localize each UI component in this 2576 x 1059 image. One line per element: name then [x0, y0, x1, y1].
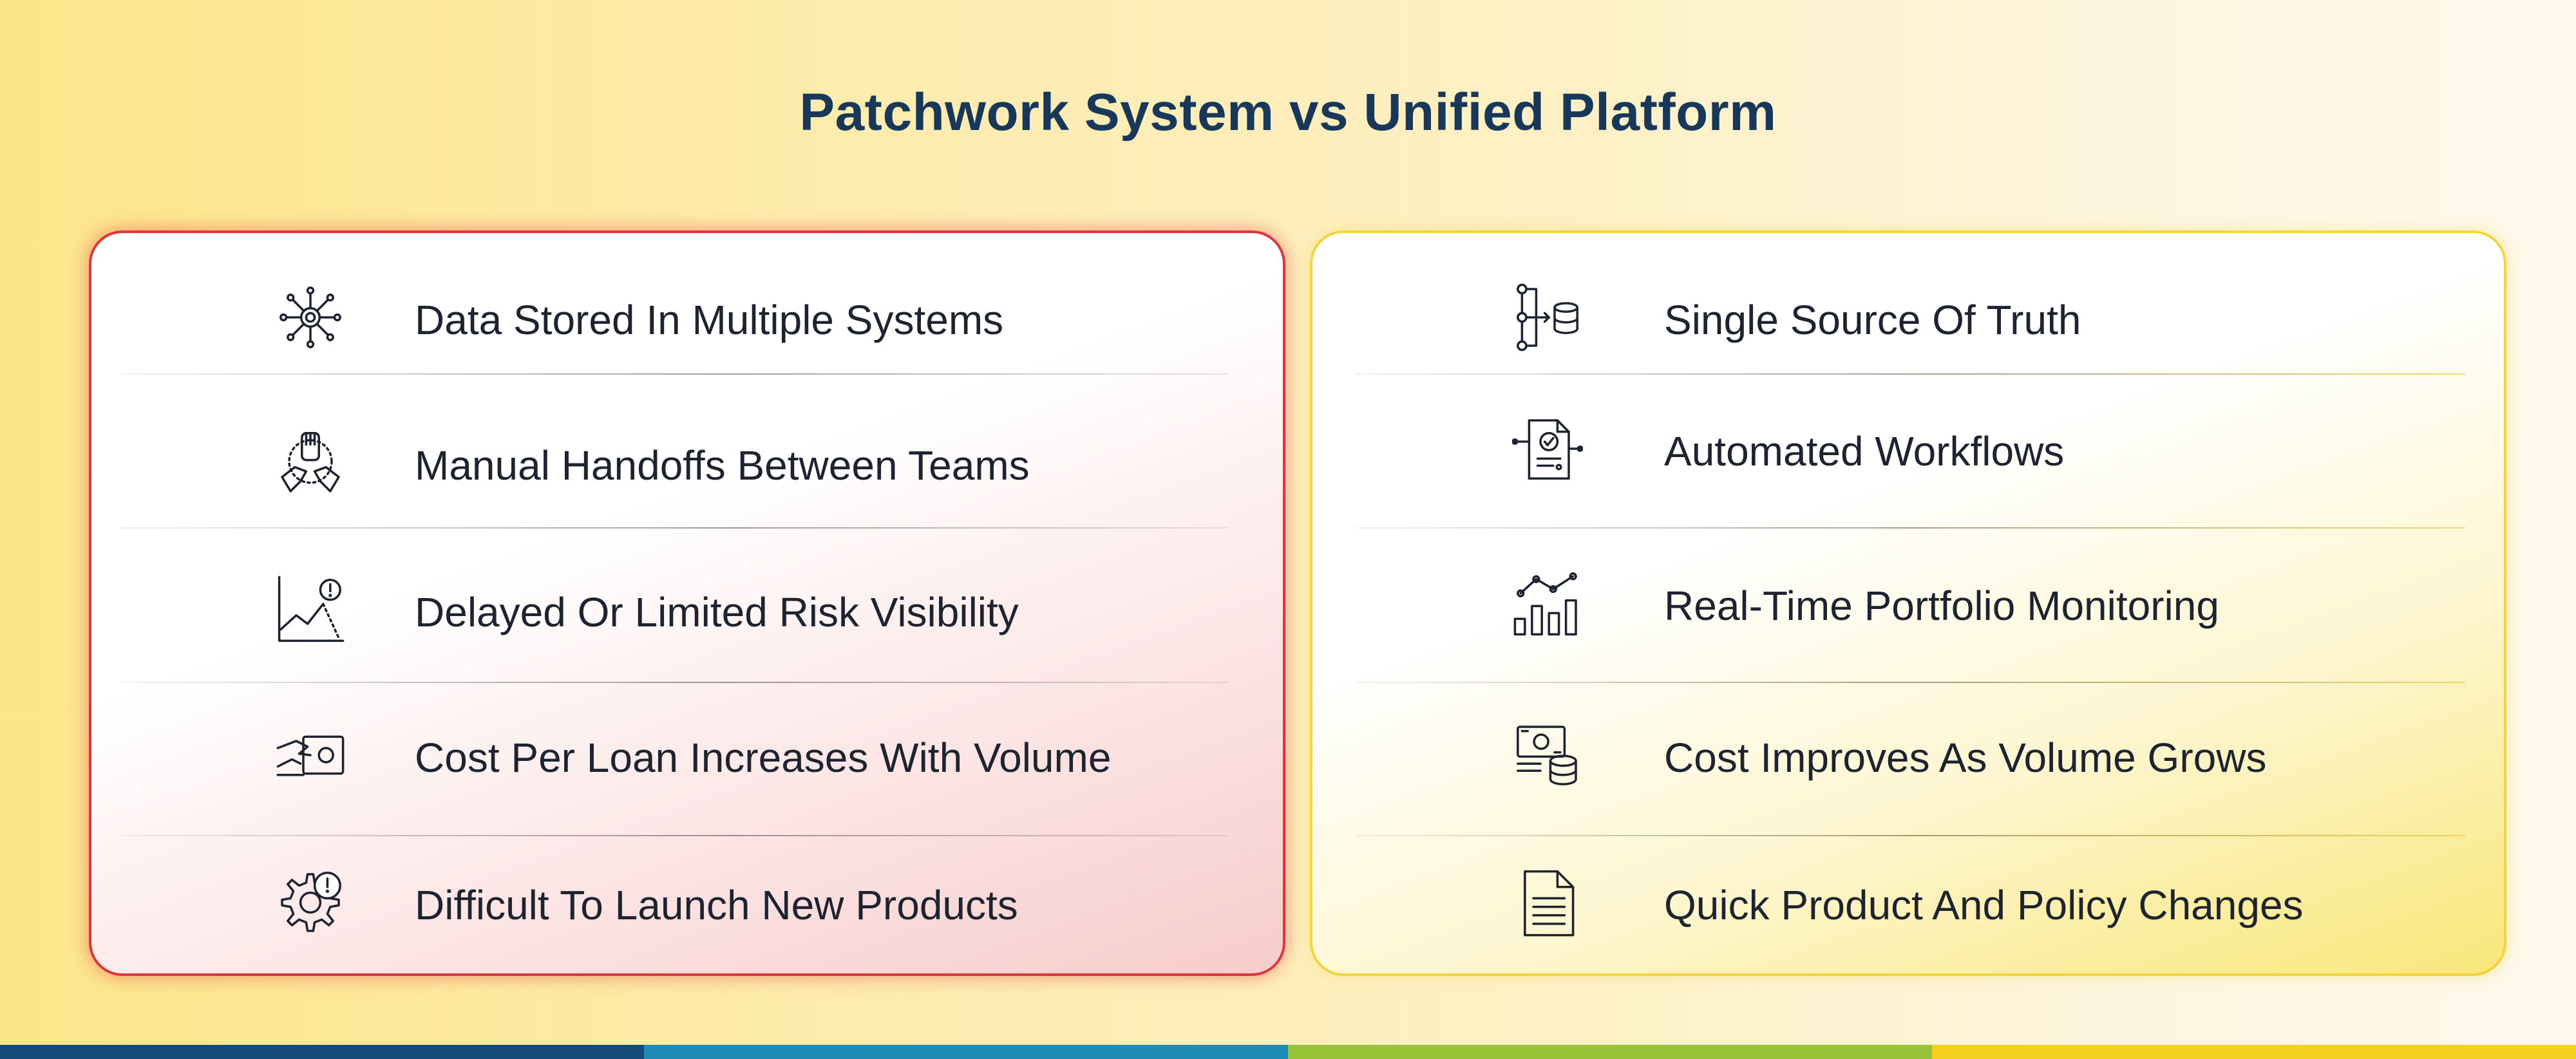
analytics-chart-icon — [1512, 568, 1583, 639]
divider — [120, 527, 1228, 529]
item-label: Automated Workflows — [1664, 428, 2065, 474]
bottom-bar-segment — [1288, 1045, 1932, 1059]
bottom-bar-segment — [1932, 1045, 2576, 1059]
divider — [1355, 373, 2465, 375]
bottom-color-bar — [0, 1045, 2576, 1059]
team-hands-icon — [275, 427, 346, 498]
divider — [120, 373, 1228, 375]
list-item: Manual Handoffs Between Teams — [91, 427, 1283, 505]
page-title: Patchwork System vs Unified Platform — [799, 83, 1777, 142]
divider — [1355, 682, 2465, 683]
list-item: Delayed Or Limited Risk Visibility — [91, 574, 1283, 651]
document-icon — [1512, 867, 1583, 938]
list-item: Difficult To Launch New Products — [91, 867, 1283, 944]
list-item: Quick Product And Policy Changes — [1312, 867, 2504, 944]
item-label: Cost Per Loan Increases With Volume — [415, 735, 1112, 781]
money-stack-icon — [1512, 720, 1583, 791]
document-check-icon — [1511, 413, 1584, 484]
item-label: Single Source Of Truth — [1664, 297, 2081, 343]
list-item: Data Stored In Multiple Systems — [91, 282, 1283, 359]
network-hub-icon — [275, 282, 346, 353]
item-label: Data Stored In Multiple Systems — [415, 297, 1004, 343]
divider — [120, 835, 1228, 836]
list-item: Single Source Of Truth — [1312, 282, 2504, 359]
divider — [1355, 835, 2465, 836]
item-label: Difficult To Launch New Products — [415, 882, 1018, 928]
item-label: Real-Time Portfolio Monitoring — [1664, 583, 2219, 629]
list-item: Cost Improves As Volume Grows — [1312, 720, 2504, 797]
item-label: Quick Product And Policy Changes — [1664, 882, 2304, 928]
bottom-bar-segment — [0, 1045, 644, 1059]
risk-chart-icon — [275, 574, 346, 645]
list-item: Cost Per Loan Increases With Volume — [91, 720, 1283, 797]
list-item: Real-Time Portfolio Monitoring — [1312, 568, 2504, 645]
bottom-bar-segment — [644, 1045, 1288, 1059]
database-flow-icon — [1512, 282, 1583, 353]
item-label: Cost Improves As Volume Grows — [1664, 735, 2267, 781]
divider — [1355, 527, 2465, 529]
divider — [120, 682, 1228, 683]
gear-alert-icon — [275, 867, 346, 938]
patchwork-system-card: Data Stored In Multiple Systems Manual H… — [89, 230, 1285, 976]
item-label: Delayed Or Limited Risk Visibility — [415, 589, 1019, 635]
list-item: Automated Workflows — [1312, 413, 2504, 491]
unified-platform-card: Single Source Of Truth Automated Workflo… — [1310, 230, 2506, 976]
cash-hand-icon — [275, 720, 346, 791]
item-label: Manual Handoffs Between Teams — [415, 442, 1030, 489]
